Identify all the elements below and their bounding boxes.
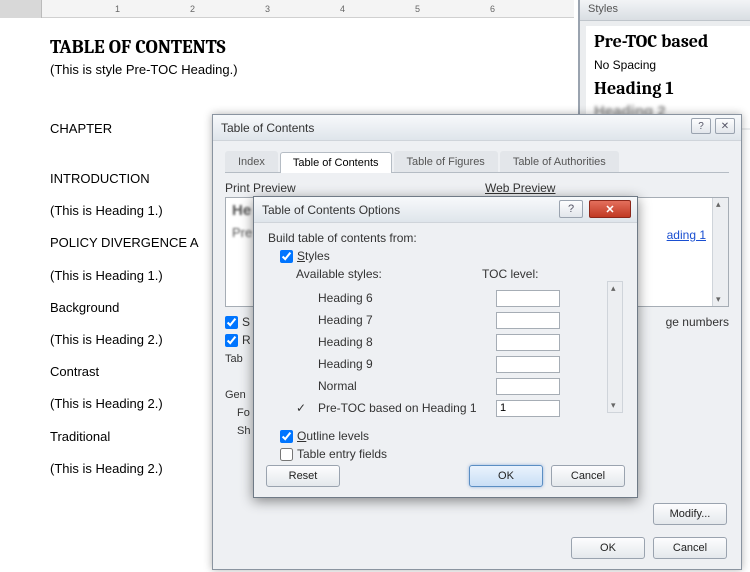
styles-scrollbar[interactable]: [607, 281, 623, 413]
ok-button[interactable]: OK: [571, 537, 645, 559]
toc-level-input[interactable]: [496, 290, 560, 307]
table-entry-label: Table entry fields: [297, 447, 387, 461]
table-entry-checkbox[interactable]: [280, 448, 293, 461]
help-icon[interactable]: ?: [691, 118, 711, 134]
style-row-name: Heading 7: [318, 313, 496, 327]
style-row-check: ✓: [296, 401, 318, 415]
styles-checkbox-label: SStylestyles: [297, 249, 330, 263]
web-preview-label: Web Preview: [485, 181, 729, 195]
doc-title: TABLE OF CONTENTS: [50, 36, 570, 58]
styles-checkbox[interactable]: [280, 250, 293, 263]
styles-pane: Styles Pre-TOC based No Spacing Heading …: [578, 0, 750, 130]
toc-options-title: Table of Contents Options: [262, 203, 400, 217]
toc-level-input[interactable]: [496, 400, 560, 417]
toc-level-input[interactable]: [496, 378, 560, 395]
tab-toc[interactable]: Table of Contents: [280, 152, 392, 173]
style-row: Heading 9: [296, 353, 616, 375]
style-row: Heading 6: [296, 287, 616, 309]
print-preview-label: Print Preview: [225, 181, 469, 195]
modify-button[interactable]: Modify...: [653, 503, 727, 525]
toc-level-input[interactable]: [496, 312, 560, 329]
web-preview-link[interactable]: ading 1: [667, 228, 706, 242]
toc-options-dialog: Table of Contents Options ? ✕ Build tabl…: [253, 196, 638, 498]
style-item-pretoc[interactable]: Pre-TOC based: [594, 31, 742, 52]
tab-index[interactable]: Index: [225, 151, 278, 172]
style-item-nospacing[interactable]: No Spacing: [594, 58, 742, 72]
doc-subtitle: (This is style Pre-TOC Heading.): [50, 62, 570, 77]
outline-levels-checkbox[interactable]: [280, 430, 293, 443]
checkbox-b[interactable]: [225, 334, 238, 347]
toc-level-input[interactable]: [496, 334, 560, 351]
toc-dialog-title: Table of Contents: [221, 121, 314, 135]
ruler-tick: 3: [265, 0, 270, 17]
ruler-margin: [0, 0, 42, 18]
toc-tabs: Index Table of Contents Table of Figures…: [225, 151, 729, 173]
build-from-label: Build table of contents from:: [268, 231, 623, 245]
toc-dialog-titlebar[interactable]: Table of Contents ? ✕: [213, 115, 741, 141]
checkbox-b-label: R: [242, 333, 251, 347]
toc-level-label: TOC level:: [482, 267, 538, 281]
outline-levels-label: Outline levels: [297, 429, 369, 443]
tab-authorities[interactable]: Table of Authorities: [500, 151, 619, 172]
checkbox-a[interactable]: [225, 316, 238, 329]
cancel-button[interactable]: Cancel: [653, 537, 727, 559]
available-styles-label: Available styles:: [296, 267, 482, 281]
scrollbar[interactable]: [712, 198, 728, 306]
help-icon[interactable]: ?: [559, 200, 583, 218]
toc-level-input[interactable]: [496, 356, 560, 373]
ok-button[interactable]: OK: [469, 465, 543, 487]
ruler-tick: 1: [115, 0, 120, 17]
tab-figures[interactable]: Table of Figures: [394, 151, 498, 172]
style-item-heading1[interactable]: Heading 1: [594, 78, 742, 99]
styles-pane-header: Styles: [580, 0, 750, 21]
style-row-name: Normal: [318, 379, 496, 393]
close-icon[interactable]: ✕: [715, 118, 735, 134]
checkbox-a-label: S: [242, 315, 250, 329]
close-icon[interactable]: ✕: [589, 200, 631, 218]
ruler-tick: 2: [190, 0, 195, 17]
reset-button[interactable]: Reset: [266, 465, 340, 487]
pagenumbers-trunc: ge numbers: [666, 315, 729, 329]
style-row: ✓Pre-TOC based on Heading 1: [296, 397, 616, 419]
ruler: 1 2 3 4 5 6: [0, 0, 574, 18]
style-row: Heading 8: [296, 331, 616, 353]
style-row-name: Heading 6: [318, 291, 496, 305]
style-row: Heading 7: [296, 309, 616, 331]
style-row-name: Heading 9: [318, 357, 496, 371]
style-row-name: Pre-TOC based on Heading 1: [318, 401, 496, 415]
style-row: Normal: [296, 375, 616, 397]
cancel-button[interactable]: Cancel: [551, 465, 625, 487]
toc-options-titlebar[interactable]: Table of Contents Options ? ✕: [254, 197, 637, 223]
ruler-tick: 5: [415, 0, 420, 17]
ruler-tick: 6: [490, 0, 495, 17]
style-row-name: Heading 8: [318, 335, 496, 349]
ruler-tick: 4: [340, 0, 345, 17]
